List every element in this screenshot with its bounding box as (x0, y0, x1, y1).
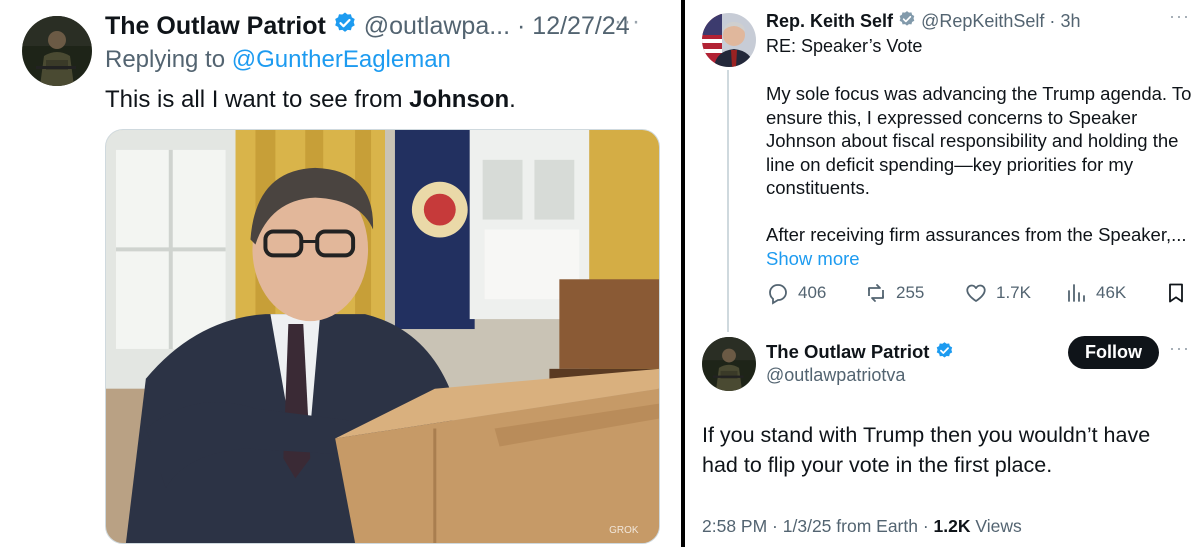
heart-icon (966, 284, 986, 302)
reply-count: 406 (798, 283, 827, 302)
bookmark-button[interactable] (1164, 279, 1188, 307)
author-handle[interactable]: @RepKeithSelf (921, 11, 1044, 31)
tweet-text-bold: Johnson (409, 86, 510, 113)
replying-to: Replying to @GuntherEagleman (105, 44, 451, 76)
tweet-action-bar: 406 255 1.7K 46K (766, 279, 1196, 307)
views-count: 46K (1096, 283, 1127, 302)
reply-button[interactable]: 406 (766, 279, 826, 307)
verified-badge-icon (935, 341, 954, 366)
quoted-tweet-body: My sole focus was advancing the Trump ag… (766, 82, 1196, 270)
author-handle[interactable]: @outlawpa... (364, 12, 510, 40)
author-name[interactable]: The Outlaw Patriot (105, 12, 326, 40)
verified-badge-gray-icon (898, 10, 916, 34)
quoted-tweet-header: Rep. Keith Self @RepKeithSelf · 3h (766, 9, 1080, 34)
more-horizontal-icon[interactable]: ··· (614, 8, 641, 36)
tweet-metadata: 2:58 PM · 1/3/25 from Earth · 1.2K Views (702, 516, 1022, 536)
thread-connector-line (727, 70, 729, 332)
reply-author-row: The Outlaw Patriot (766, 340, 954, 366)
left-tweet-panel: The Outlaw Patriot @outlawpa... · 12/27/… (0, 0, 681, 547)
more-horizontal-icon[interactable]: ··· (1169, 338, 1190, 359)
like-count: 1.7K (996, 283, 1031, 302)
bookmark-icon (1169, 283, 1183, 303)
tweet-time[interactable]: 3h (1060, 11, 1080, 31)
tweet-paragraph-text: After receiving firm assurances from the… (766, 224, 1187, 245)
views-label: Views (975, 516, 1022, 536)
author-name[interactable]: Rep. Keith Self (766, 11, 893, 31)
more-horizontal-icon[interactable]: ··· (1169, 6, 1190, 27)
author-name[interactable]: The Outlaw Patriot (766, 341, 929, 362)
tweet-date[interactable]: 1/3/25 (783, 516, 832, 536)
views-button[interactable]: 46K (1064, 279, 1126, 307)
keith-self-avatar[interactable] (702, 13, 756, 67)
right-tweet-panel: Rep. Keith Self @RepKeithSelf · 3h ··· R… (685, 0, 1200, 547)
follow-button[interactable]: Follow (1068, 336, 1159, 369)
replying-to-handle[interactable]: @GuntherEagleman (232, 46, 451, 73)
repost-count: 255 (896, 283, 925, 302)
outlaw-patriot-avatar[interactable] (22, 16, 92, 86)
separator-dot: · (1049, 11, 1056, 31)
left-tweet-header: The Outlaw Patriot @outlawpa... · 12/27/… (105, 10, 630, 43)
tweet-paragraph: My sole focus was advancing the Trump ag… (766, 83, 1192, 198)
show-more-link[interactable]: Show more (766, 248, 860, 269)
repost-button[interactable]: 255 (864, 279, 924, 307)
separator-dot: · (517, 12, 526, 40)
author-handle[interactable]: @outlawpatriotva (766, 363, 905, 387)
tweet-subject: RE: Speaker’s Vote (766, 36, 923, 56)
grok-watermark: GROK (609, 525, 639, 536)
repost-icon (868, 284, 884, 302)
verified-badge-icon (333, 11, 357, 43)
tweet-source: from Earth (836, 516, 918, 536)
tweet-time[interactable]: 2:58 PM (702, 516, 767, 536)
tweet-text-start: This is all I want to see from (105, 86, 410, 113)
tweet-text: This is all I want to see from Johnson. (105, 84, 516, 116)
tweet-paragraph-truncated: After receiving firm assurances from the… (766, 223, 1196, 270)
outlaw-patriot-avatar[interactable] (702, 337, 756, 391)
replying-to-label: Replying to (105, 46, 226, 73)
tweet-media-image[interactable]: GROK (105, 129, 660, 544)
views-count: 1.2K (933, 516, 971, 536)
like-button[interactable]: 1.7K (964, 279, 1031, 307)
reply-tweet-text: If you stand with Trump then you wouldn’… (702, 423, 1151, 477)
tweet-text-end: . (509, 86, 516, 113)
reply-icon (769, 284, 787, 305)
analytics-icon (1068, 284, 1085, 302)
